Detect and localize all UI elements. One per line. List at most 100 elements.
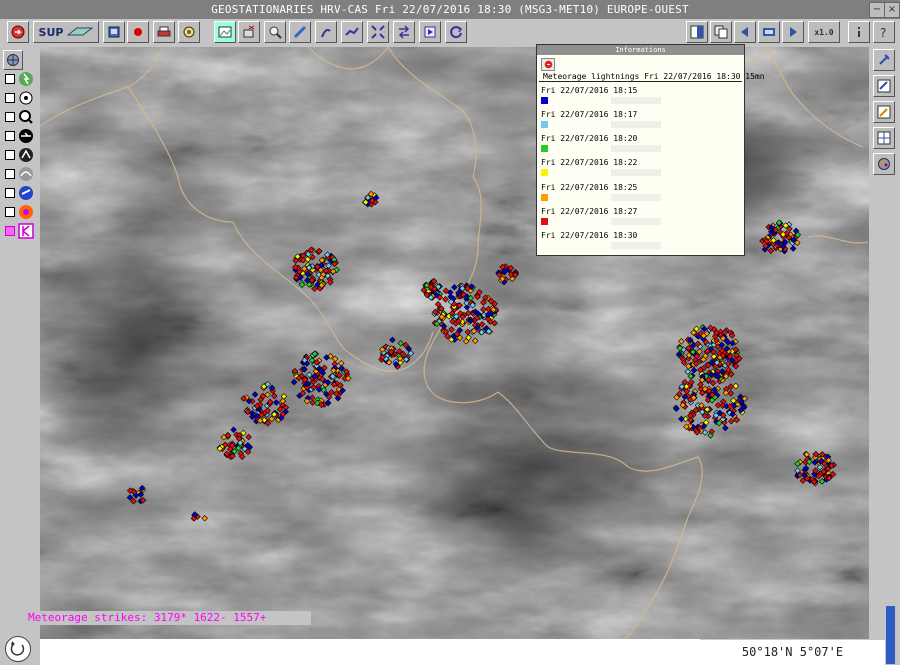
legend-bar	[611, 169, 661, 176]
checkbox[interactable]	[5, 169, 15, 179]
layer-toggle-8[interactable]	[5, 204, 37, 220]
zoom-button[interactable]	[264, 21, 286, 43]
wind-layer-icon	[19, 129, 33, 143]
fullscreen-button[interactable]	[367, 21, 389, 43]
globe-icon	[7, 54, 19, 66]
lightning-density-icon	[18, 223, 34, 239]
legend-swatch	[541, 169, 548, 176]
palette-icon	[878, 158, 890, 170]
layer-toggle-4[interactable]	[5, 128, 37, 144]
legend-entry-time: Fri 22/07/2016 18:22	[541, 158, 638, 167]
checkbox[interactable]	[5, 112, 15, 122]
palette-button[interactable]	[178, 21, 200, 43]
layer-toggle-5[interactable]	[5, 147, 37, 163]
legend-swatch	[541, 121, 548, 128]
legend-bar	[611, 194, 661, 201]
legend-bar	[611, 121, 661, 128]
information-panel[interactable]: Informations Meteorage lightnings Fri 22…	[536, 44, 765, 256]
zoom-level-button[interactable]: x1.0	[808, 21, 840, 43]
close-panel-button[interactable]	[541, 58, 555, 71]
profile-button[interactable]	[341, 21, 363, 43]
legend-swatch	[541, 145, 548, 152]
next-button[interactable]	[782, 21, 804, 43]
radar-layer-icon	[19, 91, 33, 105]
arrow-left-icon	[741, 27, 748, 37]
precip-layer-icon	[19, 186, 33, 200]
legend-entry-time: Fri 22/07/2016 18:25	[541, 183, 638, 192]
legend-bar	[611, 97, 661, 104]
grid-icon	[877, 131, 891, 145]
temperature-layer-icon	[19, 205, 33, 219]
svg-text:?: ?	[880, 26, 886, 39]
left-toolbar	[0, 47, 40, 665]
legend-entry-time: Fri 22/07/2016 18:20	[541, 134, 638, 143]
minimize-button[interactable]: −	[869, 2, 885, 18]
draw-button[interactable]	[315, 21, 337, 43]
refresh-button[interactable]	[445, 21, 467, 43]
frame-button[interactable]	[758, 21, 780, 43]
info-button[interactable]	[848, 21, 870, 43]
new-window-button[interactable]	[103, 21, 125, 43]
help-icon: ?	[880, 26, 886, 39]
legend-entry-time: Fri 22/07/2016 18:17	[541, 110, 638, 119]
layers-button[interactable]	[238, 21, 260, 43]
layer-toggle-1[interactable]	[5, 71, 37, 87]
measure-button[interactable]	[289, 21, 311, 43]
storm-layer-icon	[19, 148, 33, 162]
globe-button[interactable]	[3, 50, 23, 70]
magnifier-icon	[269, 26, 282, 39]
animation-icon	[424, 26, 436, 38]
image-mode-button[interactable]	[214, 21, 236, 43]
checkbox[interactable]	[5, 74, 15, 84]
print-button[interactable]	[153, 21, 175, 43]
layer-toggle-3[interactable]	[5, 109, 37, 125]
quit-icon	[11, 25, 25, 39]
rotate-button[interactable]	[5, 636, 31, 662]
strike-count-label: Meteorage strikes: 3179* 1622- 1557+	[8, 611, 311, 625]
film-icon	[763, 28, 775, 36]
panel-button[interactable]	[686, 21, 708, 43]
divider	[539, 81, 742, 82]
legend-entry-time: Fri 22/07/2016 18:27	[541, 207, 638, 216]
legend-bar	[611, 218, 661, 225]
layer-toggle-9[interactable]	[5, 223, 37, 239]
close-icon	[544, 60, 552, 69]
legend-bar	[611, 145, 661, 152]
checkbox[interactable]	[5, 207, 15, 217]
swap-button[interactable]	[393, 21, 415, 43]
animate-button[interactable]	[419, 21, 441, 43]
layer-toggle-7[interactable]	[5, 185, 37, 201]
pen-icon	[321, 28, 331, 38]
checkbox[interactable]	[5, 93, 15, 103]
image-icon	[218, 26, 232, 38]
edit-icon	[877, 105, 891, 119]
layer-toggle-2[interactable]	[5, 90, 37, 106]
layer-toggle-6[interactable]	[5, 166, 37, 182]
palette-settings-button[interactable]	[873, 153, 895, 175]
pin-button[interactable]	[873, 49, 895, 71]
record-button[interactable]	[127, 21, 149, 43]
scrollbar[interactable]	[886, 606, 895, 664]
info-icon	[858, 27, 860, 37]
export-button[interactable]	[873, 75, 895, 97]
close-button[interactable]: ×	[884, 2, 900, 18]
checkbox[interactable]	[5, 188, 15, 198]
status-bar	[40, 639, 700, 665]
edit-button[interactable]	[873, 101, 895, 123]
copy-icon	[714, 25, 728, 39]
previous-button[interactable]	[734, 21, 756, 43]
panel-title: Meteorage lightnings Fri 22/07/2016 18:3…	[543, 72, 765, 81]
sup-button[interactable]: SUP	[33, 21, 99, 43]
toolbar: SUP x1.0 ?	[0, 19, 900, 47]
checkbox[interactable]	[5, 150, 15, 160]
copy-button[interactable]	[710, 21, 732, 43]
help-button[interactable]: ?	[873, 21, 895, 43]
quit-button[interactable]	[7, 21, 29, 43]
grid-button[interactable]	[873, 127, 895, 149]
pin-icon	[879, 54, 890, 65]
arrow-right-icon	[790, 27, 797, 37]
panel-header: Informations	[537, 45, 744, 55]
checkbox[interactable]	[5, 131, 15, 141]
checkbox[interactable]	[5, 226, 15, 236]
lightning-layer-icon	[19, 72, 33, 86]
